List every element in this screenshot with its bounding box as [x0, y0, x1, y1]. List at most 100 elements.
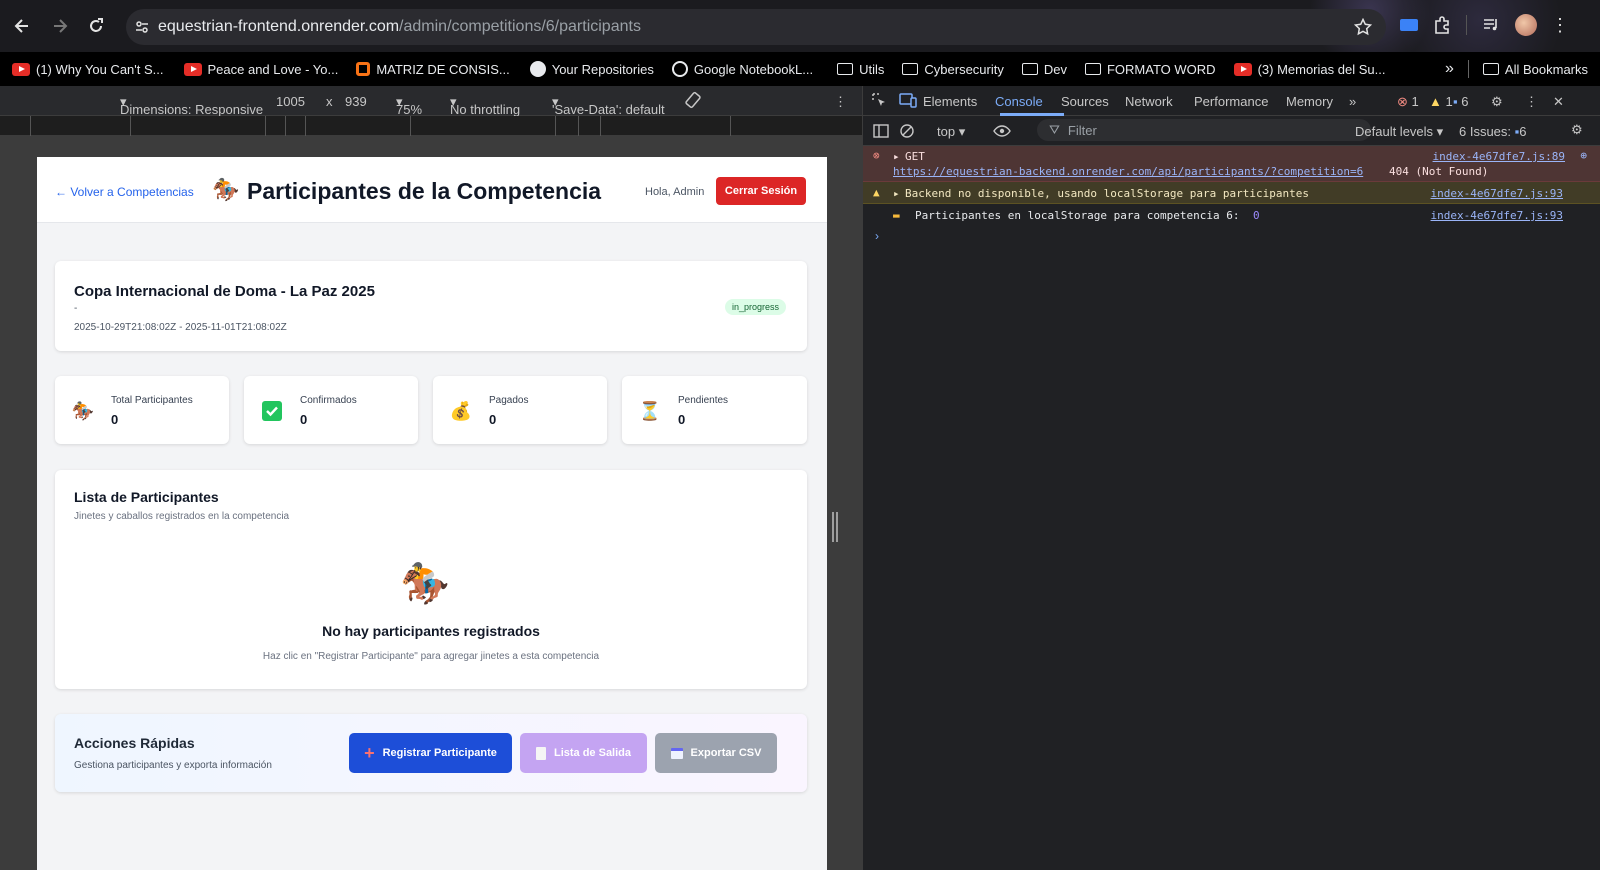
bookmark-folder[interactable]: Dev — [1021, 62, 1067, 77]
horse-racing-icon: 🏇 — [400, 562, 450, 606]
profile-avatar[interactable] — [1515, 14, 1537, 36]
network-globe-icon[interactable]: ⊕ — [1580, 149, 1587, 162]
height-input[interactable]: 939 — [345, 94, 367, 109]
bookmarks-bar: (1) Why You Can't S... Peace and Love - … — [0, 52, 1600, 86]
rotate-icon[interactable] — [684, 91, 702, 109]
expand-arrow-icon[interactable]: ▸ — [893, 187, 900, 200]
back-arrow-icon[interactable] — [10, 14, 34, 38]
filter-icon: ⛛ — [1049, 122, 1060, 137]
youtube-icon — [12, 62, 30, 76]
clear-console-icon[interactable] — [899, 123, 915, 139]
bookmark-label: Utils — [859, 61, 885, 77]
bookmark-item[interactable]: MATRIZ DE CONSIS... — [356, 62, 510, 77]
device-toolbar-menu-icon[interactable]: ⋮ — [834, 94, 847, 110]
bookmark-item[interactable]: Google NotebookL... — [671, 61, 813, 77]
tab-elements[interactable]: Elements — [923, 94, 977, 109]
more-tabs-icon[interactable]: » — [1349, 94, 1356, 109]
extensions-area: ⋮ — [1400, 14, 1569, 36]
quick-actions-title: Acciones Rápidas — [74, 735, 195, 751]
media-query-ruler — [0, 116, 862, 136]
source-link[interactable]: index-4e67dfe7.js:89 — [1433, 150, 1565, 163]
bookmark-item[interactable]: Your Repositories — [529, 61, 654, 77]
page-title: Participantes de la Competencia — [247, 178, 602, 204]
start-list-button[interactable]: Lista de Salida — [520, 733, 647, 773]
devtools-tab-bar: Elements Console Sources Network Perform… — [863, 86, 1600, 116]
sidebar-toggle-icon[interactable] — [873, 123, 889, 139]
competition-dates: 2025-10-29T21:08:02Z - 2025-11-01T21:08:… — [74, 322, 287, 333]
export-csv-button[interactable]: Exportar CSV — [655, 733, 777, 773]
console-prompt-icon[interactable]: › — [875, 229, 879, 243]
expand-arrow-icon[interactable]: ▸ — [893, 150, 900, 163]
media-controls-icon[interactable] — [1481, 15, 1501, 35]
bookmark-item[interactable]: (1) Why You Can't S... — [12, 62, 164, 77]
device-toggle-icon[interactable] — [899, 92, 917, 108]
reload-icon[interactable] — [84, 14, 108, 38]
extension-icon[interactable] — [1400, 19, 1418, 31]
save-data-select[interactable]: 'Save-Data': default ▾ — [552, 94, 665, 117]
tab-memory[interactable]: Memory — [1286, 94, 1333, 109]
stat-card-confirmed: Confirmados 0 — [244, 376, 418, 444]
info-counter[interactable]: ▪ 6 — [1453, 94, 1468, 109]
empty-state-title: No hay participantes registrados — [322, 623, 540, 639]
filter-placeholder: Filter — [1067, 122, 1097, 138]
bookmark-item[interactable]: Peace and Love - Yo... — [183, 61, 339, 77]
overflow-chevron-icon[interactable]: » — [1445, 60, 1454, 78]
viewport-resize-handle[interactable] — [832, 512, 838, 542]
logout-button[interactable]: Cerrar Sesión — [716, 177, 806, 205]
bookmark-label: Peace and Love - Yo... — [207, 61, 339, 77]
context-select[interactable]: top ▾ — [937, 124, 965, 140]
console-settings-gear-icon[interactable]: ⚙ — [1571, 122, 1583, 138]
stat-card-pending: ⏳ Pendientes 0 — [622, 376, 807, 444]
stat-card-paid: 💰 Pagados 0 — [433, 376, 607, 444]
register-participant-button[interactable]: + Registrar Participante — [349, 733, 512, 773]
request-url-link[interactable]: https://equestrian-backend.onrender.com/… — [893, 165, 1363, 178]
error-counter[interactable]: ⊗ 1 — [1397, 94, 1419, 110]
status-badge: in_progress — [725, 299, 787, 315]
tab-network[interactable]: Network — [1125, 94, 1173, 109]
dimensions-select[interactable]: Dimensions: Responsive ▾ — [120, 94, 263, 117]
money-bag-icon: 💰 — [449, 400, 473, 421]
bookmark-item[interactable]: (3) Memorias del Su... — [1233, 61, 1386, 77]
bookmark-folder[interactable]: Cybersecurity — [902, 62, 1004, 77]
address-bar[interactable]: equestrian-frontend.onrender.com/admin/c… — [126, 9, 1386, 45]
bookmark-label: (3) Memorias del Su... — [1257, 61, 1386, 77]
tab-console[interactable]: Console — [995, 94, 1043, 109]
log-levels-select[interactable]: Default levels ▾ — [1355, 124, 1443, 140]
bookmark-star-icon[interactable] — [1354, 18, 1372, 36]
source-link[interactable]: index-4e67dfe7.js:93 — [1431, 209, 1563, 222]
all-bookmarks[interactable]: » All Bookmarks — [1445, 60, 1588, 78]
back-to-competitions-link[interactable]: ← Volver a Competencias — [55, 185, 194, 199]
eye-icon[interactable] — [993, 123, 1011, 139]
console-toolbar: top ▾ ⛛ Filter Default levels ▾ 6 Issues… — [863, 116, 1600, 146]
console-error-message: ⊗ ▸ GET https://equestrian-backend.onren… — [863, 146, 1600, 182]
width-input[interactable]: 1005 — [276, 94, 305, 109]
console-filter-input[interactable]: ⛛ Filter — [1037, 119, 1371, 141]
stat-value: 0 — [111, 412, 119, 427]
devtools-menu-icon[interactable]: ⋮ — [1525, 94, 1538, 110]
source-link[interactable]: index-4e67dfe7.js:93 — [1431, 187, 1563, 200]
forward-arrow-icon[interactable] — [48, 14, 72, 38]
browser-menu-icon[interactable]: ⋮ — [1551, 16, 1569, 34]
puzzle-extensions-icon[interactable] — [1432, 15, 1452, 35]
tab-performance[interactable]: Performance — [1194, 94, 1268, 109]
user-greeting: Hola, Admin — [645, 186, 705, 198]
bookmark-folder[interactable]: Utils — [837, 62, 884, 77]
competition-card: Copa Internacional de Doma - La Paz 2025… — [55, 261, 807, 351]
youtube-icon — [1233, 62, 1252, 76]
folder-icon — [837, 63, 854, 75]
stat-label: Confirmados — [300, 395, 357, 406]
issues-counter[interactable]: 6 Issues: ▪6 — [1459, 124, 1527, 139]
plus-icon: + — [364, 743, 375, 763]
request-status: 404 (Not Found) — [1389, 165, 1489, 178]
inspect-element-icon[interactable] — [871, 92, 887, 108]
close-icon[interactable]: ✕ — [1553, 94, 1564, 110]
warning-counter[interactable]: ▲ 1 — [1429, 94, 1453, 109]
site-info-icon[interactable] — [134, 19, 150, 35]
zoom-select[interactable]: 75% ▾ — [396, 94, 422, 117]
bookmark-folder[interactable]: FORMATO WORD — [1084, 62, 1216, 77]
tab-sources[interactable]: Sources — [1061, 94, 1109, 109]
settings-gear-icon[interactable]: ⚙ — [1491, 94, 1503, 110]
chart-icon — [670, 747, 683, 759]
throttling-select[interactable]: No throttling ▾ — [450, 94, 520, 117]
button-label: Registrar Participante — [382, 747, 497, 759]
